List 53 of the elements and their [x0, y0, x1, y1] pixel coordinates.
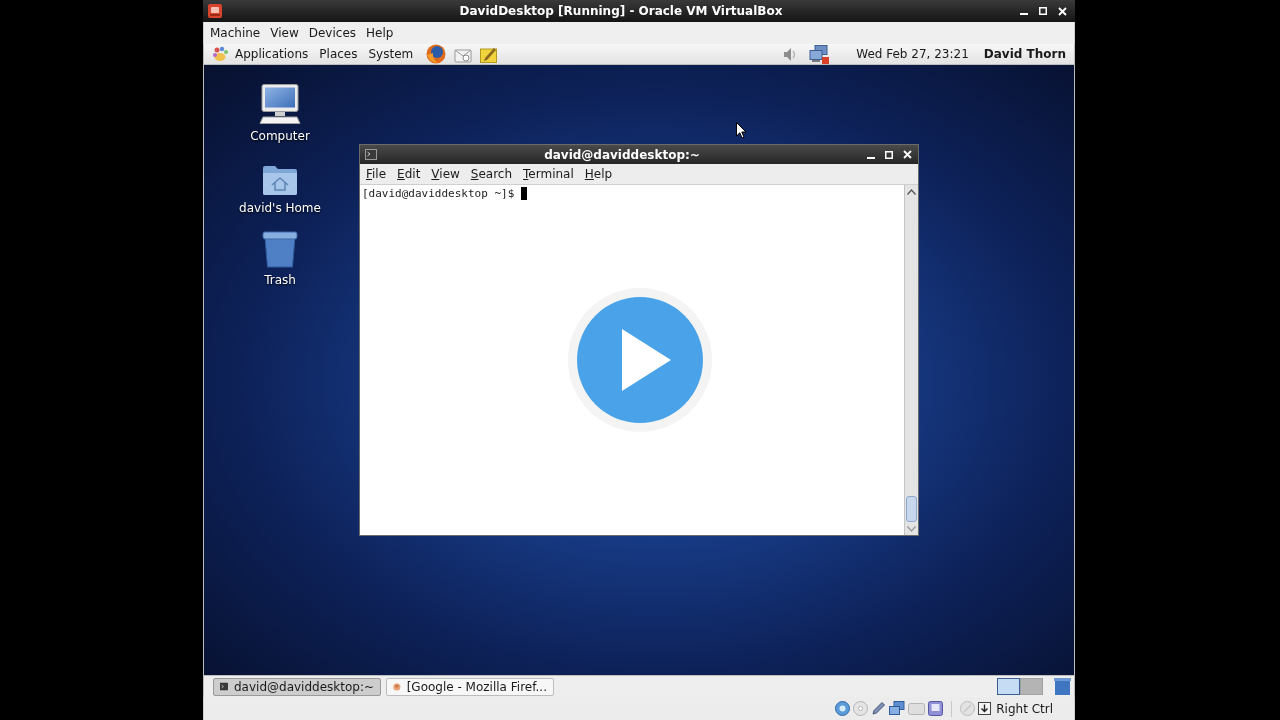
menu-item[interactable]: Machine [210, 24, 261, 42]
terminal-icon [220, 680, 228, 693]
desktop-icon-label[interactable]: Computer [250, 127, 310, 145]
window-title: DavidDesktop [Running] - Oracle VM VirtualBox [459, 3, 783, 20]
menu-item[interactable]: View [270, 24, 299, 42]
scrollbar[interactable] [904, 185, 918, 535]
panel-menu[interactable]: Places [319, 45, 358, 63]
close-icon[interactable] [903, 150, 912, 159]
app-icon [208, 4, 222, 18]
note-icon[interactable] [480, 45, 499, 63]
workspace-switch-button[interactable] [1020, 678, 1043, 695]
screen-icon[interactable] [928, 701, 944, 716]
folder-icon[interactable] [262, 164, 298, 196]
disk-icon[interactable] [835, 701, 851, 716]
host-key-label: Right Ctrl [996, 700, 1053, 718]
desktop-icon-label[interactable]: david's Home [239, 199, 321, 217]
clock[interactable]: Wed Feb 27, 23:21 [856, 45, 969, 63]
menu-item[interactable]: File [366, 165, 387, 183]
text-cursor-icon [521, 187, 528, 200]
taskbar-button[interactable]: david@daviddesktop:~ [213, 677, 381, 696]
trash-icon[interactable] [262, 231, 298, 268]
foot-icon [212, 46, 229, 62]
terminal-prompt: [david@daviddesktop ~]$ [362, 187, 515, 201]
desktop-icon-label[interactable]: Trash [264, 271, 296, 289]
panel-menu[interactable]: Applications [235, 45, 309, 63]
menu-item[interactable]: Devices [308, 24, 356, 42]
menu-item[interactable]: View [431, 165, 460, 183]
terminal-screen[interactable]: [david@daviddesktop ~]$ [360, 185, 904, 535]
window-title: david@daviddesktop:~ [544, 146, 700, 164]
terminal-icon [365, 149, 377, 160]
menu-item[interactable]: Help [584, 165, 613, 183]
network-icon[interactable] [889, 701, 906, 716]
taskbar-button[interactable]: [Google - Mozilla Firef... [386, 677, 554, 696]
menu-item[interactable]: Edit [397, 165, 421, 183]
scrollbar-thumb[interactable] [906, 496, 917, 522]
maximize-icon[interactable] [885, 150, 893, 159]
pencil-icon[interactable] [871, 701, 887, 716]
trash-icon[interactable] [1054, 678, 1071, 695]
down-arrow-icon[interactable] [978, 702, 992, 715]
user-name[interactable]: David Thorn [983, 45, 1066, 63]
close-icon[interactable] [1058, 6, 1067, 16]
menu-item[interactable]: Terminal [523, 165, 574, 183]
workspace-switch-button[interactable] [997, 678, 1020, 695]
cursor-icon [736, 122, 747, 139]
network-icon[interactable] [809, 44, 830, 64]
minimize-icon[interactable] [867, 156, 875, 159]
play-icon[interactable] [567, 287, 713, 433]
computer-icon[interactable] [259, 84, 301, 124]
panel-menu[interactable]: System [368, 45, 414, 63]
maximize-icon[interactable] [1039, 7, 1047, 15]
menu-item[interactable]: Search [470, 165, 513, 183]
globe-icon[interactable] [426, 44, 447, 64]
menu-item[interactable]: Help [366, 24, 394, 42]
